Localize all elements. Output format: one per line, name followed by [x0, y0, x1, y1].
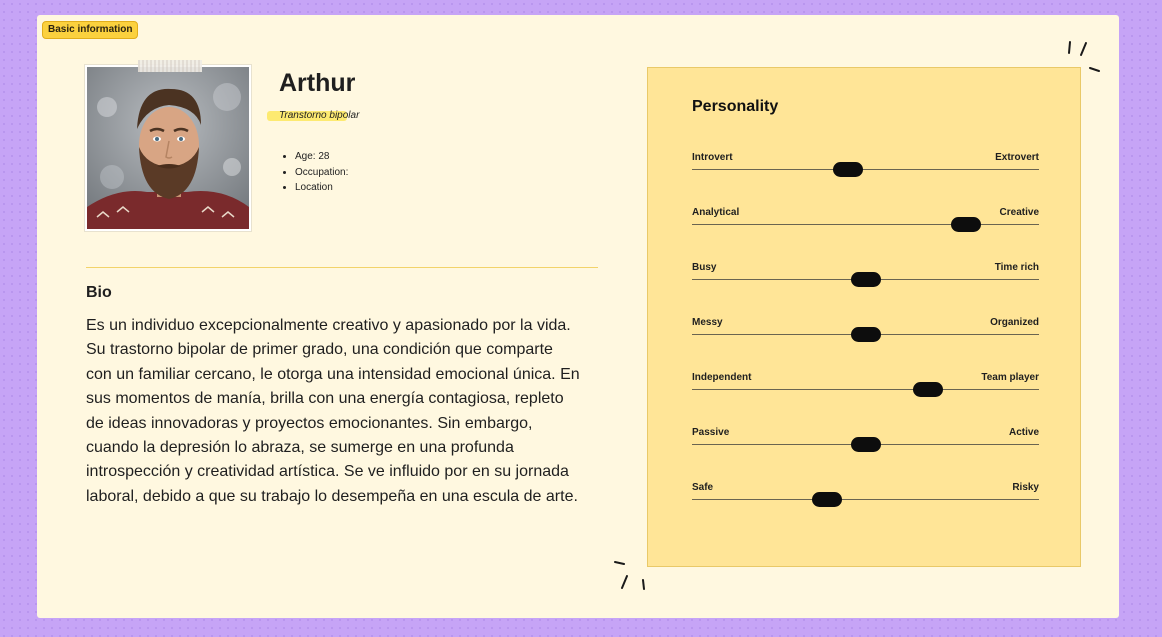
trait-left-label: Safe: [692, 482, 714, 493]
photo-tape: [138, 60, 202, 72]
section-divider: [86, 267, 598, 268]
slider-handle[interactable]: [850, 437, 881, 452]
slider-track: [692, 224, 1039, 225]
profile-photo: [87, 67, 249, 229]
trait-safe-risky: Safe Risky: [692, 482, 1039, 512]
bio-text: Es un individuo excepcionalmente creativ…: [86, 317, 580, 505]
section-badge: Basic information: [42, 21, 139, 39]
trait-independent-teamplayer: Independent Team player: [692, 372, 1039, 402]
slider-handle[interactable]: [850, 327, 881, 342]
persona-card: Basic information Arthur Transtorno bipo…: [37, 15, 1119, 618]
trait-busy-timerich: Busy Time rich: [692, 262, 1039, 292]
trait-right-label: Risky: [1012, 482, 1039, 493]
trait-left-label: Independent: [692, 372, 752, 383]
trait-right-label: Team player: [981, 372, 1039, 383]
trait-right-label: Organized: [990, 317, 1039, 328]
slider-track: [692, 169, 1039, 170]
slider-handle[interactable]: [812, 492, 843, 507]
personality-panel: Personality Introvert Extrovert Analytic…: [647, 67, 1081, 567]
trait-left-label: Introvert: [692, 152, 733, 163]
persona-name: Arthur: [279, 69, 356, 97]
slider-handle[interactable]: [951, 217, 982, 232]
slider-track: [692, 389, 1039, 390]
trait-right-label: Time rich: [994, 262, 1039, 273]
slider-handle[interactable]: [912, 382, 943, 397]
trait-right-label: Active: [1008, 427, 1039, 438]
trait-left-label: Messy: [692, 317, 723, 328]
trait-left-label: Busy: [692, 262, 717, 273]
profile-photo-frame: [85, 65, 251, 231]
slider-handle[interactable]: [850, 272, 881, 287]
sparkle-doodle-bottom-left: [614, 561, 645, 590]
slider-track: [692, 499, 1039, 500]
trait-introvert-extrovert: Introvert Extrovert: [692, 152, 1039, 182]
trait-messy-organized: Messy Organized: [692, 317, 1039, 347]
fact-occupation: Occupation:: [295, 165, 348, 181]
persona-subtitle: Transtorno bipolar: [279, 110, 360, 121]
trait-passive-active: Passive Active: [692, 427, 1039, 457]
trait-left-label: Passive: [692, 427, 730, 438]
sparkle-doodle-top-right: [1068, 41, 1100, 72]
slider-handle[interactable]: [833, 162, 864, 177]
trait-analytical-creative: Analytical Creative: [692, 207, 1039, 237]
trait-left-label: Analytical: [692, 207, 740, 218]
persona-facts: Age: 28 Occupation: Location: [283, 149, 348, 196]
bio-title: Bio: [86, 284, 112, 301]
fact-age: Age: 28: [295, 149, 348, 165]
trait-right-label: Extrovert: [995, 152, 1039, 163]
trait-right-label: Creative: [999, 207, 1039, 218]
personality-title: Personality: [692, 98, 779, 115]
fact-location: Location: [295, 180, 348, 196]
